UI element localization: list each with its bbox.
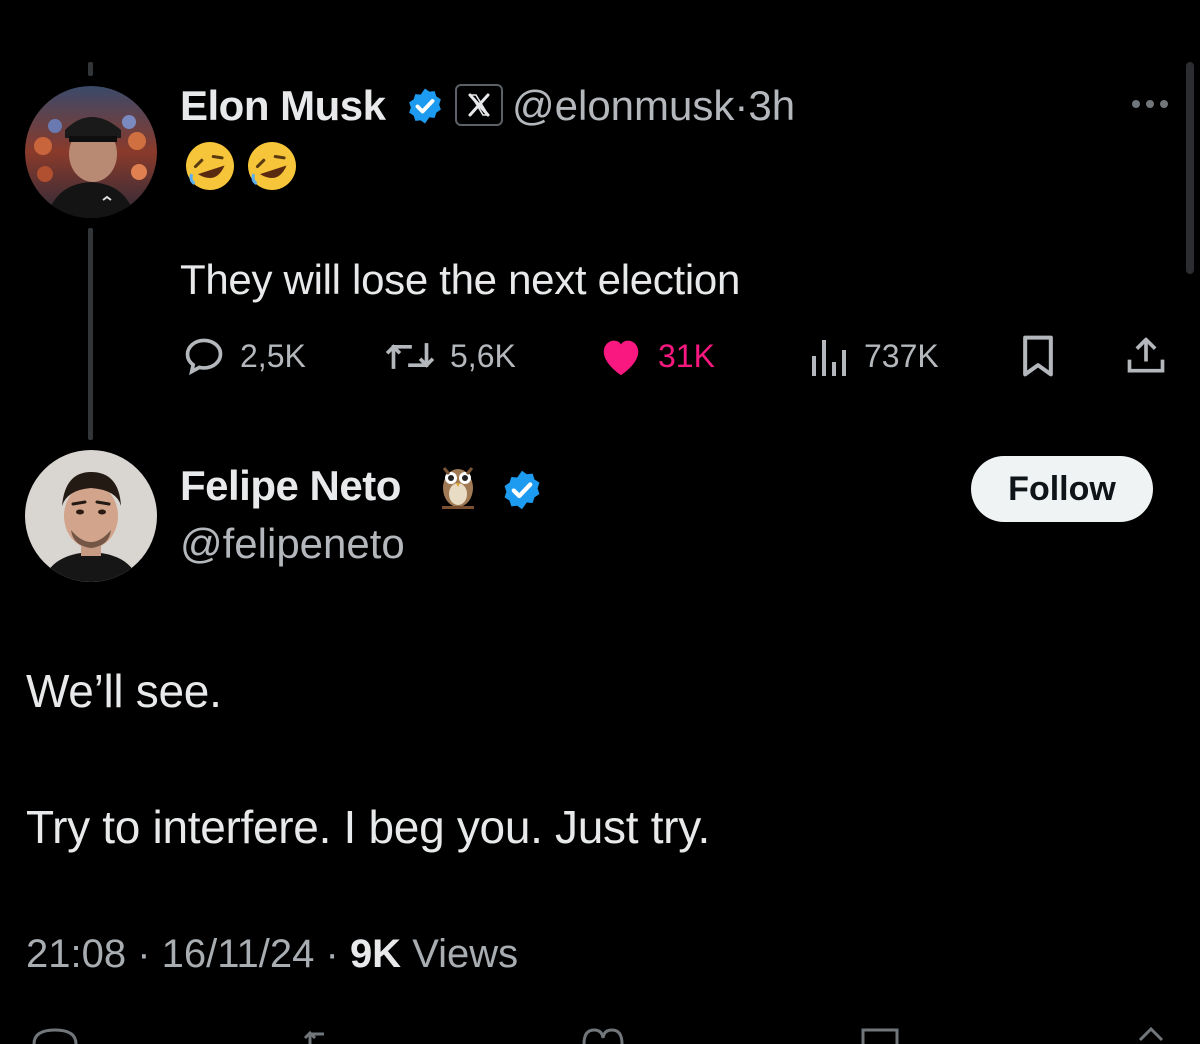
bottom-like-icon[interactable]	[578, 1024, 628, 1044]
thread-line-top	[88, 62, 93, 76]
scrollbar[interactable]	[1186, 62, 1194, 274]
tweet-date[interactable]: 16/11/24	[162, 932, 315, 976]
bottom-repost-icon[interactable]	[300, 1024, 350, 1044]
owl-emoji-icon	[436, 458, 480, 529]
repost-action[interactable]: 5,6K	[384, 332, 516, 380]
reply-icon	[185, 338, 223, 376]
like-action[interactable]: 31K	[598, 332, 715, 380]
views-count: 737K	[864, 337, 939, 374]
views-number: 9K	[349, 932, 402, 976]
tweet-meta: 21:08 · 16/11/24 · 9K Views	[26, 932, 518, 977]
handle-text[interactable]: @elonmusk	[512, 82, 734, 129]
reply-author-name[interactable]: Felipe Neto	[180, 462, 401, 510]
author-handle: @elonmusk·3h	[512, 82, 795, 130]
thread-connector-line	[88, 228, 93, 440]
heart-filled-icon	[603, 340, 639, 376]
meta-separator: ·	[126, 932, 162, 976]
emoji-line	[182, 138, 302, 208]
repost-count: 5,6K	[450, 337, 516, 374]
verified-badge-icon	[405, 86, 445, 131]
views-bar-chart-icon	[812, 340, 846, 376]
more-options-icon[interactable]	[1128, 92, 1172, 116]
share-action[interactable]	[1124, 332, 1182, 380]
reply-action[interactable]: 2,5K	[182, 332, 306, 380]
reply-verified-badge-icon	[500, 468, 544, 517]
like-count: 31K	[658, 337, 715, 374]
views-label: Views	[401, 932, 519, 976]
bookmark-action[interactable]	[1018, 332, 1072, 380]
reply-count: 2,5K	[240, 337, 306, 374]
tweet-time[interactable]: 21:08	[26, 932, 126, 976]
views-action[interactable]: 737K	[810, 332, 939, 380]
author-name[interactable]: Elon Musk	[180, 82, 386, 130]
bookmark-icon	[1023, 335, 1053, 377]
rofl-emoji-icon	[186, 142, 296, 190]
parent-tweet-text: They will lose the next election	[180, 256, 741, 303]
follow-button[interactable]: Follow	[971, 456, 1153, 522]
time-ago[interactable]: 3h	[748, 82, 795, 129]
bottom-bookmark-icon[interactable]	[855, 1024, 905, 1044]
reply-text-line-1: We’ll see.	[26, 665, 222, 717]
meta-separator: ·	[314, 932, 350, 976]
repost-icon	[385, 343, 435, 369]
bottom-share-icon[interactable]	[1126, 1024, 1176, 1044]
bottom-reply-icon[interactable]	[30, 1024, 80, 1044]
handle-separator: ·	[734, 82, 749, 129]
reply-author-handle[interactable]: @felipeneto	[180, 520, 405, 568]
share-icon	[1127, 337, 1165, 373]
felipe-avatar[interactable]	[25, 450, 157, 582]
reply-text-line-2: Try to interfere. I beg you. Just try.	[26, 801, 710, 853]
x-affiliation-badge-icon	[455, 84, 503, 126]
elon-avatar[interactable]	[25, 86, 157, 218]
